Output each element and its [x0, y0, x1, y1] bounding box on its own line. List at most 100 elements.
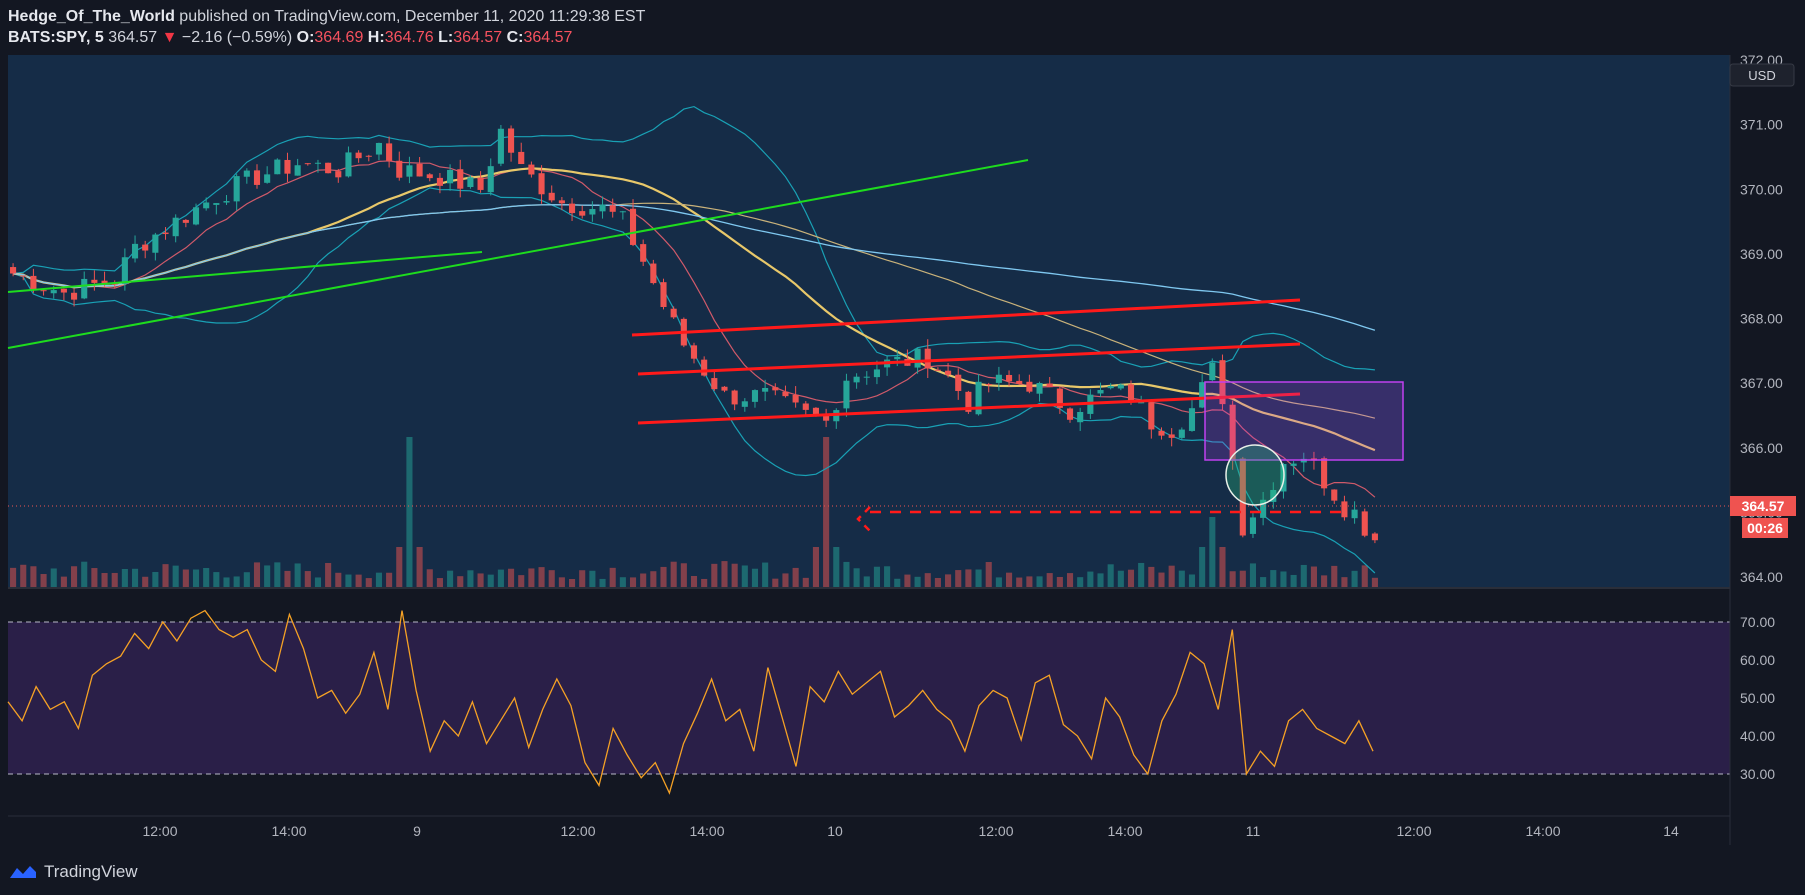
volume-bar: [142, 576, 149, 587]
candle-body: [792, 394, 799, 403]
time-axis[interactable]: 12:00 14:00 9 12:00 14:00 10 12:00 14:00 11 12:00…: [142, 823, 1679, 839]
tradingview-logo-icon[interactable]: [8, 862, 38, 882]
volume-bar: [924, 573, 931, 587]
volume-bar: [589, 570, 596, 587]
candle-body: [894, 356, 901, 360]
volume-bar: [233, 576, 240, 587]
volume-bar: [1178, 570, 1185, 587]
candle-body: [50, 290, 57, 294]
candle-body: [690, 345, 698, 359]
rsi-tick: 70.00: [1740, 614, 1775, 630]
volume-bar: [1036, 576, 1043, 587]
candle-body: [162, 232, 169, 235]
candle-body: [203, 202, 210, 209]
volume-bar: [995, 577, 1002, 587]
volume-bar: [1310, 566, 1317, 587]
volume-bar: [1168, 565, 1175, 587]
volume-bar: [863, 576, 870, 587]
volume-bar: [884, 566, 891, 587]
volume-bar: [1260, 577, 1267, 587]
candle-body: [243, 170, 250, 177]
candle-body: [802, 403, 809, 410]
candle-body: [1168, 434, 1175, 438]
candle-body: [924, 348, 931, 369]
candle-body: [1331, 489, 1338, 501]
volume-bar: [538, 567, 545, 587]
time-tick: 12:00: [978, 823, 1013, 839]
volume-bar: [50, 568, 57, 587]
candle-body: [914, 348, 921, 368]
volume-bar: [508, 568, 515, 587]
candle-body: [60, 288, 67, 293]
rsi-tick: 30.00: [1740, 766, 1775, 782]
candle-body: [294, 165, 301, 176]
volume-bar: [497, 569, 504, 587]
volume-bar: [111, 572, 118, 587]
candle-body: [457, 169, 464, 189]
volume-bar: [386, 572, 393, 587]
candle-body: [1341, 501, 1348, 518]
volume-bar: [894, 578, 901, 587]
rsi-axis[interactable]: 70.00 60.00 50.00 40.00 30.00: [1740, 614, 1775, 782]
volume-bar: [416, 547, 423, 587]
candle-body: [1178, 429, 1185, 438]
volume-bar: [1209, 517, 1216, 587]
highlight-circle[interactable]: [1225, 444, 1285, 506]
volume-bar: [152, 571, 159, 587]
candle-body: [1290, 463, 1297, 466]
candle-body: [579, 211, 586, 216]
candle-body: [558, 200, 565, 204]
volume-bar: [1270, 570, 1277, 587]
candle-body: [1188, 408, 1196, 431]
volume-bar: [426, 569, 433, 587]
highlight-box[interactable]: [1204, 381, 1404, 461]
candle-body: [1209, 362, 1216, 381]
volume-bar: [660, 566, 667, 587]
volume-bar: [192, 569, 200, 587]
candle-body: [192, 207, 200, 225]
volume-bar: [30, 566, 37, 587]
candle-body: [711, 378, 718, 390]
volume-bar: [375, 572, 382, 587]
time-tick: 10: [827, 823, 843, 839]
candle-body: [955, 374, 962, 391]
volume-bar: [701, 578, 708, 587]
candle-body: [985, 384, 992, 386]
candle-body: [345, 152, 352, 177]
last-price-tag-label: 364.57: [1742, 498, 1785, 514]
candle-body: [40, 290, 47, 292]
volume-bar: [487, 574, 494, 587]
candle-body: [1148, 402, 1155, 430]
volume-bar: [1219, 547, 1226, 587]
volume-bar: [10, 567, 17, 587]
chart-svg[interactable]: 372.00371.00370.00369.00368.00367.00366.…: [0, 0, 1805, 895]
candle-body: [538, 173, 545, 195]
candle-body: [508, 128, 515, 153]
volume-bar: [1229, 571, 1236, 587]
volume-bar: [1138, 562, 1145, 587]
volume-bar: [1199, 547, 1206, 587]
candle-body: [670, 308, 677, 318]
candle-body: [182, 219, 189, 223]
candle-body: [934, 369, 941, 371]
volume-bar: [934, 577, 941, 587]
volume-bar: [955, 570, 962, 587]
candle-body: [568, 203, 576, 214]
volume-bar: [548, 570, 555, 587]
volume-bar: [406, 437, 413, 587]
candle-body: [81, 278, 88, 299]
candle-body: [121, 257, 128, 284]
volume-bar: [172, 565, 179, 587]
volume-bar: [1097, 573, 1104, 587]
time-tick: 14:00: [689, 823, 724, 839]
candle-body: [863, 376, 870, 378]
volume-bar: [436, 578, 443, 587]
volume-bar: [823, 437, 830, 587]
volume-bar: [1188, 574, 1196, 587]
volume-bar: [619, 577, 626, 587]
brand-name[interactable]: TradingView: [44, 862, 138, 882]
volume-bar: [518, 575, 525, 587]
volume-bar: [1056, 576, 1063, 587]
volume-bar: [101, 572, 108, 587]
volume-bar: [558, 577, 565, 587]
